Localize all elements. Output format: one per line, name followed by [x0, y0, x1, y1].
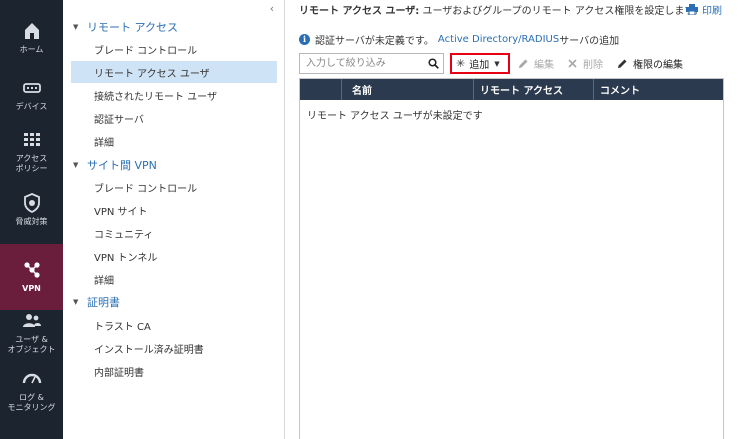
nav-item-label: ブレード コントロール: [94, 45, 198, 57]
column-header-name[interactable]: 名前: [342, 79, 474, 100]
nav-item-auth-servers[interactable]: 認証サーバ: [71, 107, 277, 129]
nav-item-label: コミュニティ: [94, 229, 154, 241]
print-label: 印刷: [702, 6, 722, 17]
rail-label-home: ホーム: [19, 45, 44, 54]
device-icon: [22, 83, 41, 93]
expand-triangle-icon: ▼: [73, 23, 79, 31]
info-icon: i: [299, 34, 310, 45]
auth-server-notice: i 認証サーバが未定義です。 Active Directory / RADIUS…: [299, 32, 619, 47]
table-header: 名前 リモート アクセス コメント: [300, 79, 723, 100]
nav-item-vpn-tunnels[interactable]: VPN トンネル: [71, 245, 277, 267]
rail-item-users-objects[interactable]: ユーザ & オブジェクト: [0, 300, 63, 366]
rail-label-users-objects: ユーザ & オブジェクト: [7, 335, 56, 354]
rail-label-access-policy: アクセス ポリシー: [15, 154, 48, 173]
table-empty-message: リモート アクセス ユーザが未設定です: [307, 111, 483, 122]
nav-item-label: VPN トンネル: [94, 252, 158, 264]
nav-item-label: ブレード コントロール: [94, 183, 198, 195]
edit-permissions-label: 権限の編集: [633, 60, 683, 71]
rail-label-devices: デバイス: [15, 102, 48, 111]
expand-triangle-icon: ▼: [73, 298, 79, 306]
nav-item-label: 内部証明書: [94, 367, 144, 379]
delete-button[interactable]: 削除: [567, 53, 603, 74]
add-label: 追加: [469, 60, 490, 71]
collapse-nav-chevron-icon[interactable]: ‹: [266, 3, 278, 15]
rail-item-logs-monitoring[interactable]: ログ & モニタリング: [0, 358, 63, 424]
column-header-select[interactable]: [300, 79, 342, 100]
nav-item-trusted-ca[interactable]: トラスト CA: [71, 314, 277, 336]
nav-item-label: VPN サイト: [94, 206, 148, 218]
nav-section-certificates[interactable]: ▼ 証明書: [73, 293, 120, 311]
edit-permissions-button[interactable]: 権限の編集: [617, 53, 683, 74]
print-icon: [686, 4, 698, 15]
shield-icon: [23, 193, 40, 213]
page-description: ユーザおよびグループのリモート アクセス権限を設定します。: [419, 6, 704, 17]
column-header-remote-access[interactable]: リモート アクセス: [474, 79, 594, 100]
pencil-icon: [519, 59, 528, 68]
nav-item-s2s-blade-control[interactable]: ブレード コントロール: [71, 176, 277, 198]
notice-text-suffix: サーバの追加: [559, 36, 620, 47]
users-icon: [22, 314, 41, 327]
nav-item-label: 接続されたリモート ユーザ: [94, 91, 217, 103]
nav-item-vpn-sites[interactable]: VPN サイト: [71, 199, 277, 221]
nav-item-label: リモート アクセス ユーザ: [94, 68, 210, 80]
filter-input[interactable]: [300, 54, 422, 73]
nav-item-s2s-advanced[interactable]: 詳細: [71, 268, 277, 290]
edit-label: 編集: [534, 60, 554, 71]
nav-section-remote-access[interactable]: ▼ リモート アクセス: [73, 18, 178, 36]
column-header-comment[interactable]: コメント: [594, 79, 723, 100]
expand-triangle-icon: ▼: [73, 161, 79, 169]
rail-item-access-policy[interactable]: アクセス ポリシー: [0, 119, 63, 185]
nav-item-remote-advanced[interactable]: 詳細: [71, 130, 277, 152]
pencil-icon: [618, 59, 627, 68]
nav-item-label: トラスト CA: [94, 321, 151, 333]
notice-text: 認証サーバが未定義です。: [315, 36, 434, 47]
remote-access-users-table: 名前 リモート アクセス コメント リモート アクセス ユーザが未設定です: [299, 78, 724, 439]
page-header: リモート アクセス ユーザ: ユーザおよびグループのリモート アクセス権限を設定…: [299, 2, 703, 17]
active-directory-link[interactable]: Active Directory: [438, 34, 518, 45]
nav-item-installed-certificates[interactable]: インストール済み証明書: [71, 337, 277, 359]
page-title: リモート アクセス ユーザ:: [299, 6, 420, 17]
main-navigation-rail: ホーム デバイス アクセス ポリシー 脅威対策 VPN ユーザ & オブジェクト…: [0, 0, 63, 439]
nav-item-connected-remote-users[interactable]: 接続されたリモート ユーザ: [71, 84, 277, 106]
delete-label: 削除: [583, 60, 603, 71]
filter-search-box: [299, 53, 444, 74]
vpn-network-icon: [23, 262, 40, 278]
nav-item-label: 詳細: [94, 275, 114, 287]
toolbar: ✳ 追加 ▼ 編集 削除 権限の編集: [299, 53, 729, 75]
access-policy-icon: [23, 133, 40, 146]
rail-item-threat-prevention[interactable]: 脅威対策: [0, 177, 63, 243]
edit-button[interactable]: 編集: [518, 53, 554, 74]
monitoring-gauge-icon: [22, 373, 41, 384]
nav-section-title: サイト間 VPN: [87, 159, 157, 172]
nav-section-site-to-site-vpn[interactable]: ▼ サイト間 VPN: [73, 156, 157, 174]
home-icon: [24, 23, 39, 39]
nav-item-internal-certificate[interactable]: 内部証明書: [71, 360, 277, 382]
rail-label-logs-monitoring: ログ & モニタリング: [7, 393, 56, 412]
close-x-icon: [568, 59, 577, 68]
nav-item-label: 認証サーバ: [94, 114, 144, 126]
main-content: リモート アクセス ユーザ: ユーザおよびグループのリモート アクセス権限を設定…: [286, 0, 740, 439]
nav-section-title: リモート アクセス: [87, 21, 178, 34]
rail-label-vpn: VPN: [22, 284, 41, 293]
nav-item-label: 詳細: [94, 137, 114, 149]
asterisk-add-icon: ✳: [456, 57, 466, 70]
nav-item-label: インストール済み証明書: [94, 344, 204, 356]
search-icon[interactable]: [428, 58, 439, 69]
rail-label-threat-prevention: 脅威対策: [15, 217, 48, 226]
add-button[interactable]: ✳ 追加 ▼: [450, 53, 510, 74]
radius-link[interactable]: RADIUS: [521, 34, 559, 45]
print-button[interactable]: 印刷: [686, 2, 722, 17]
nav-item-remote-access-users[interactable]: リモート アクセス ユーザ: [71, 61, 277, 83]
dropdown-arrow-icon: ▼: [494, 59, 500, 68]
nav-section-title: 証明書: [87, 296, 120, 309]
nav-item-communities[interactable]: コミュニティ: [71, 222, 277, 244]
nav-item-remote-blade-control[interactable]: ブレード コントロール: [71, 38, 277, 60]
